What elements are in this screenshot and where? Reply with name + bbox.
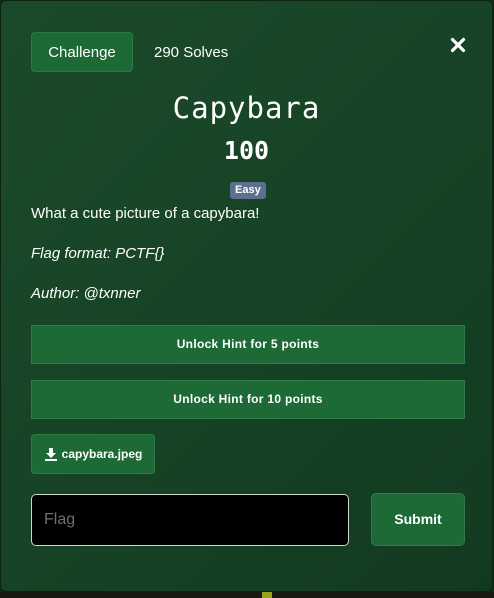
difficulty-badge: Easy — [230, 182, 266, 199]
close-icon — [450, 37, 466, 53]
challenge-description: What a cute picture of a capybara! — [31, 205, 260, 222]
tab-challenge[interactable]: Challenge — [31, 32, 133, 72]
background-stripe — [262, 592, 272, 598]
close-button[interactable] — [448, 35, 468, 55]
unlock-hint-10-button[interactable]: Unlock Hint for 10 points — [31, 380, 465, 419]
page-background-edge — [0, 592, 494, 598]
author-text: Author: @txnner — [31, 285, 141, 302]
challenge-name: Capybara — [172, 91, 321, 125]
file-download-button[interactable]: capybara.jpeg — [31, 434, 155, 474]
flag-format-text: Flag format: PCTF{} — [31, 245, 165, 262]
challenge-points: 100 — [223, 136, 270, 165]
download-icon — [44, 448, 57, 461]
unlock-hint-5-button[interactable]: Unlock Hint for 5 points — [31, 325, 465, 364]
challenge-modal: Challenge 290 Solves Capybara 100 Easy W… — [0, 0, 493, 592]
flag-input[interactable] — [31, 494, 349, 546]
tab-solves[interactable]: 290 Solves — [154, 43, 228, 63]
file-name: capybara.jpeg — [61, 447, 143, 461]
submit-button[interactable]: Submit — [371, 493, 465, 546]
